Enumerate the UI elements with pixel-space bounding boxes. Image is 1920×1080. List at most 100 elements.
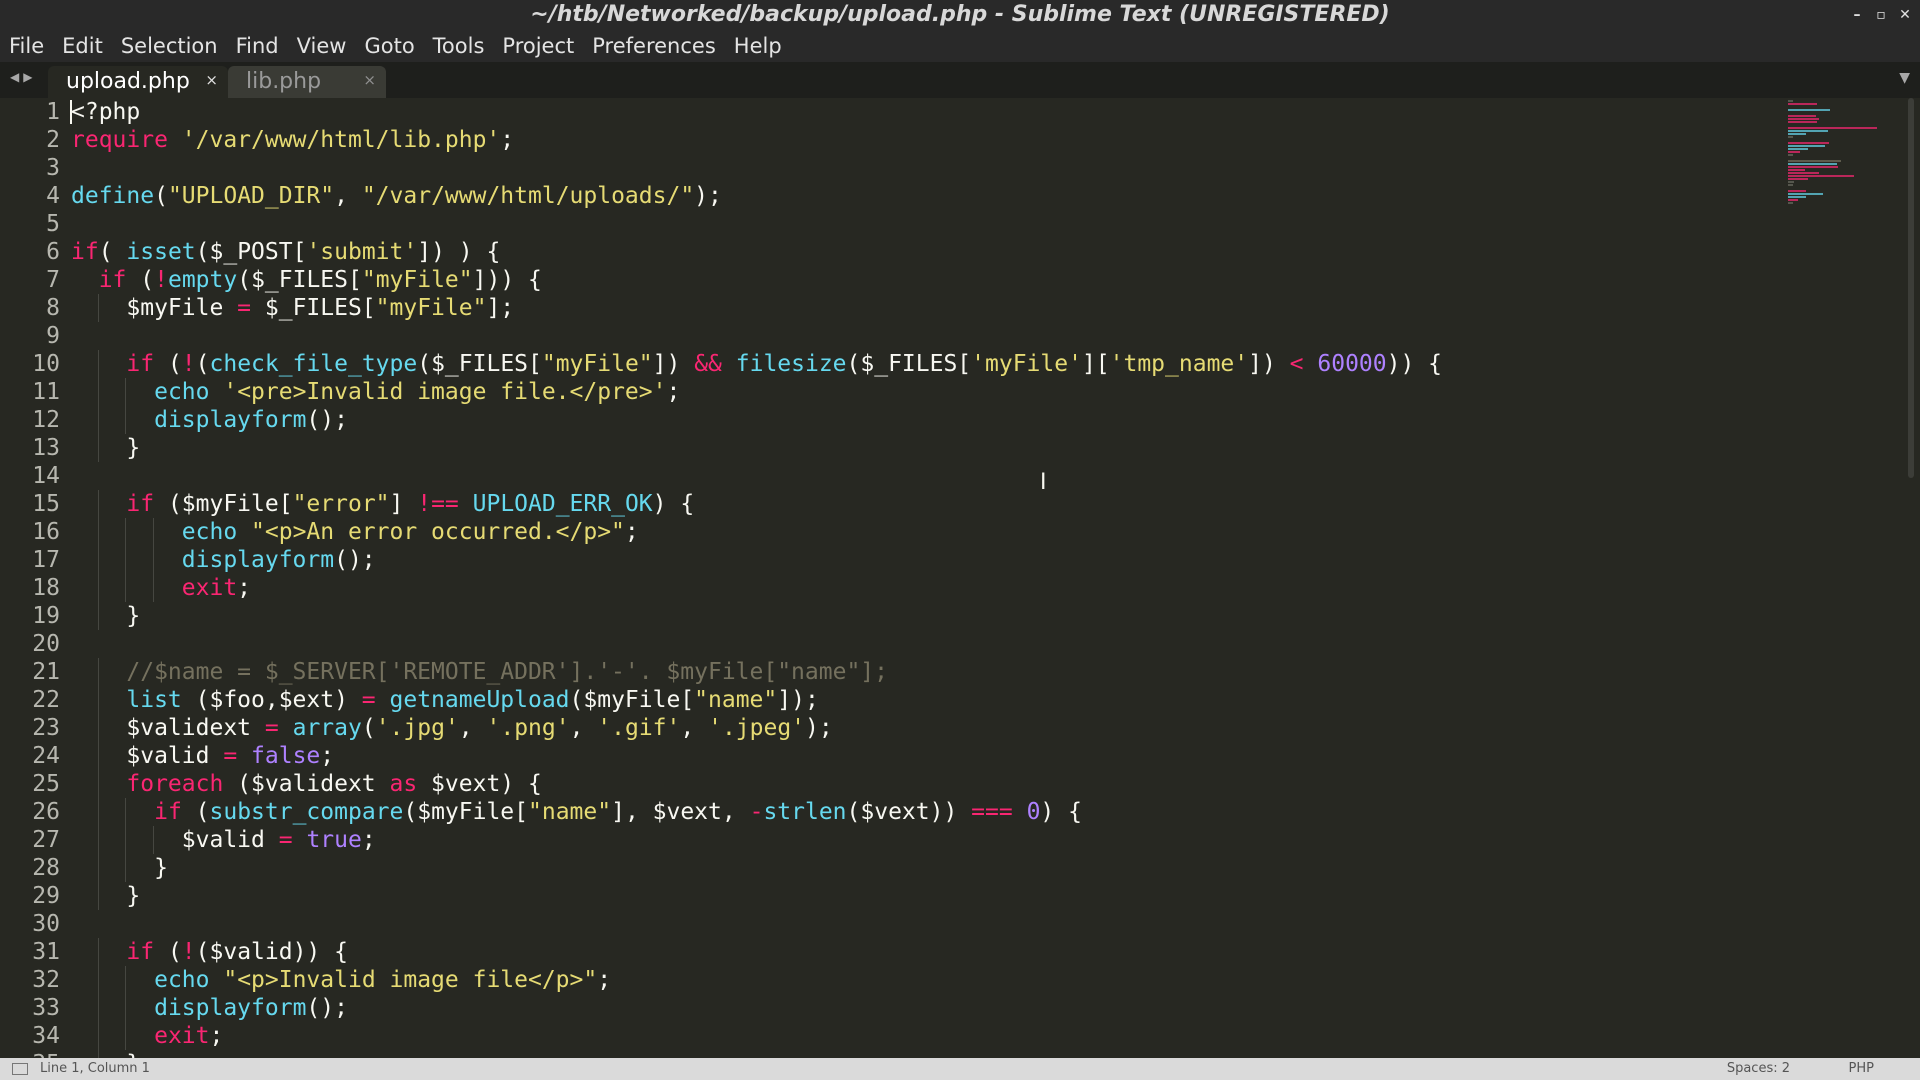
code-token: getnameUpload: [389, 687, 570, 713]
tab-nav: ◀ ▶: [10, 70, 32, 84]
line-number: 34: [32, 1023, 60, 1049]
tab-lib-php[interactable]: lib.php ×: [228, 66, 386, 98]
close-window-icon[interactable]: ✕: [1898, 8, 1912, 22]
minimap-line: [1788, 121, 1817, 123]
code-line: if( isset($_POST['submit']) ) {: [71, 238, 1771, 266]
tab-label: upload.php: [66, 69, 190, 94]
code-line: define("UPLOAD_DIR", "/var/www/html/uplo…: [71, 182, 1771, 210]
minimap-line: [1788, 193, 1824, 195]
indent-guide: [97, 518, 99, 546]
indent-guide: [125, 546, 127, 574]
code-token: '.gif': [597, 715, 681, 741]
code-token: =: [223, 743, 238, 769]
line-number: 4: [46, 183, 60, 209]
code-token: echo: [154, 967, 210, 993]
line-number: 23: [32, 715, 60, 741]
code-token: (: [154, 939, 182, 965]
code-token: (: [126, 267, 155, 293]
code-token: ]) ) {: [417, 239, 501, 265]
code-token: ;: [237, 575, 252, 601]
minimize-icon[interactable]: –: [1850, 8, 1864, 22]
indent-guide: [97, 854, 99, 882]
menu-file[interactable]: File: [0, 30, 53, 62]
menu-find[interactable]: Find: [227, 30, 288, 62]
indent-guide: [125, 826, 127, 854]
menu-selection[interactable]: Selection: [112, 30, 227, 62]
code-token: if: [154, 799, 182, 825]
code-token: (: [195, 351, 210, 377]
minimap-line: [1788, 103, 1817, 105]
title-bar: ~/htb/Networked/backup/upload.php - Subl…: [0, 0, 1920, 30]
code-line: $validext = array('.jpg', '.png', '.gif'…: [71, 714, 1771, 742]
maximize-icon[interactable]: ▫: [1874, 8, 1888, 22]
minimap-line: [1788, 160, 1842, 162]
line-number: 24: [32, 743, 60, 769]
tab-prev-icon[interactable]: ◀: [10, 70, 19, 84]
panel-toggle-icon[interactable]: [12, 1063, 28, 1075]
menu-help[interactable]: Help: [725, 30, 791, 62]
menu-preferences[interactable]: Preferences: [583, 30, 725, 62]
code-token: );: [694, 183, 722, 209]
code-token: ])) {: [472, 267, 542, 293]
tab-label: lib.php: [246, 69, 322, 94]
code-token: ]);: [777, 687, 819, 713]
text-caret: [70, 100, 72, 124]
code-line: exit;: [71, 574, 1771, 602]
tab-upload-php[interactable]: upload.php ×: [48, 66, 228, 98]
menu-edit[interactable]: Edit: [53, 30, 112, 62]
minimap-line: [1788, 199, 1798, 201]
code-token: <: [1289, 351, 1304, 377]
code-line: }: [71, 882, 1771, 910]
minimap-line: [1788, 190, 1806, 192]
indent-guide: [97, 882, 99, 910]
indent-guide: [97, 686, 99, 714]
minimap-line: [1788, 154, 1793, 156]
code-token: ();: [334, 547, 376, 573]
code-token: ,: [458, 715, 487, 741]
code-token: empty: [167, 267, 238, 293]
tab-next-icon[interactable]: ▶: [23, 70, 32, 84]
tab-close-icon[interactable]: ×: [363, 64, 376, 96]
code-token: foreach: [126, 771, 224, 797]
menu-tools[interactable]: Tools: [424, 30, 494, 62]
code-token: $valid: [71, 743, 224, 769]
code-token: ][: [1081, 351, 1110, 377]
code-line: echo "<p>An error occurred.</p>";: [71, 518, 1771, 546]
code-token: "UPLOAD_DIR": [167, 183, 335, 209]
syntax-mode[interactable]: PHP: [1849, 1058, 1874, 1080]
editor-area[interactable]: 1 2 3 4 5 6 7 8 9 10 11 12 13 14 15 16 17 18 19 20 21 22 23 24 2…: [0, 98, 1920, 1058]
scrollbar-thumb[interactable]: [1908, 98, 1914, 478]
indent-guide: [125, 406, 127, 434]
minimap[interactable]: [1788, 100, 1898, 300]
code-token: 0: [1026, 799, 1041, 825]
vertical-scrollbar[interactable]: [1908, 98, 1914, 1058]
menu-goto[interactable]: Goto: [355, 30, 423, 62]
minimap-line: [1788, 184, 1793, 186]
code-line: }: [71, 602, 1771, 630]
code-token: 'submit': [306, 239, 418, 265]
code-line: require '/var/www/html/lib.php';: [71, 126, 1771, 154]
menu-project[interactable]: Project: [493, 30, 583, 62]
code-line: echo "<p>Invalid image file</p>";: [71, 966, 1771, 994]
code-token: ];: [486, 295, 515, 321]
tab-dropdown-icon[interactable]: ▼: [1899, 70, 1910, 86]
indentation-setting[interactable]: Spaces: 2: [1727, 1058, 1790, 1080]
indent-guide: [97, 826, 99, 854]
menu-view[interactable]: View: [288, 30, 356, 62]
code-token: !: [181, 351, 196, 377]
code-token: ($_FILES[: [417, 351, 542, 377]
code-token: ($valid)) {: [195, 939, 348, 965]
tab-close-icon[interactable]: ×: [205, 64, 218, 96]
code-line: <?php: [71, 98, 1771, 126]
line-number: 33: [32, 995, 60, 1021]
indent-guide: [125, 994, 127, 1022]
code-view[interactable]: <?php require '/var/www/html/lib.php'; def…: [71, 98, 1771, 1058]
